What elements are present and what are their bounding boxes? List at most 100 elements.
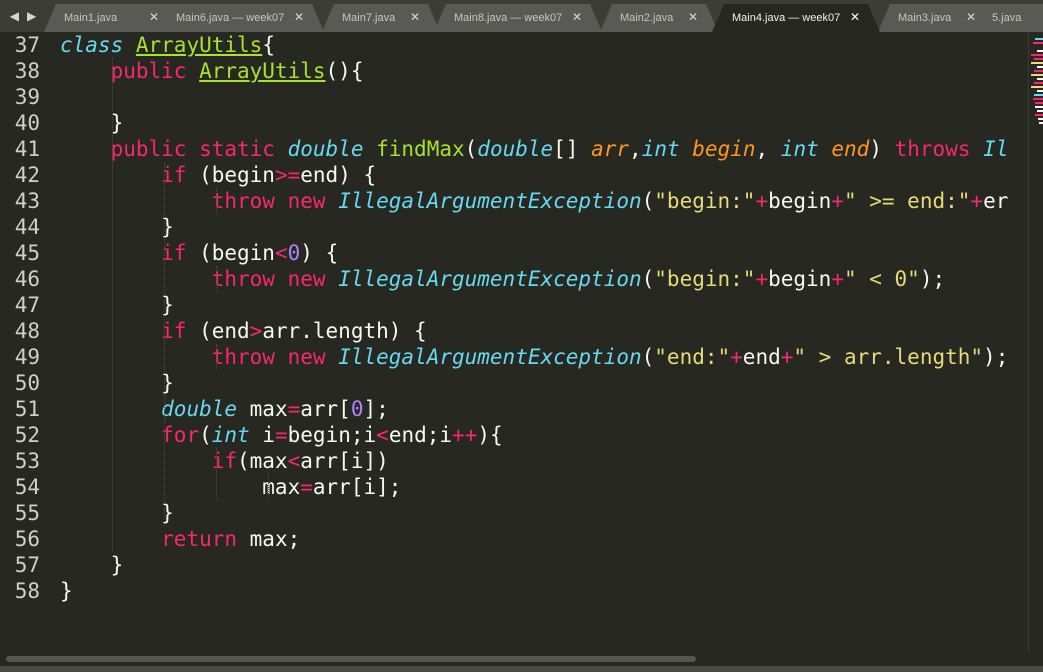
code-token: max bbox=[237, 397, 288, 421]
indent-guide bbox=[268, 474, 269, 500]
code-token: ); bbox=[919, 267, 946, 291]
code-token: IllegalArgumentException bbox=[338, 345, 642, 369]
code-token: ( bbox=[464, 137, 478, 161]
code-line: public static double findMax(double[] ar… bbox=[60, 136, 1009, 162]
line-number: 55 bbox=[14, 501, 40, 525]
line-number: 43 bbox=[14, 189, 40, 213]
code-token: ArrayUtils bbox=[135, 33, 263, 57]
code-token: IllegalArgumentException bbox=[338, 189, 642, 213]
code-token: " > arr.length" bbox=[793, 345, 984, 369]
minimap-line bbox=[1035, 38, 1043, 40]
code-token: , bbox=[755, 137, 781, 161]
code-token: int bbox=[211, 423, 250, 447]
code-token: double bbox=[161, 397, 238, 421]
code-token: + bbox=[780, 345, 794, 369]
line-number: 38 bbox=[14, 59, 40, 83]
minimap-line bbox=[1035, 102, 1043, 104]
code-token: = bbox=[287, 397, 301, 421]
line-number: 54 bbox=[14, 475, 40, 499]
code-token: end bbox=[742, 345, 781, 369]
code-token: findMax bbox=[376, 137, 465, 161]
code-token: return bbox=[161, 527, 238, 551]
code-token: ); bbox=[983, 345, 1009, 369]
code-line: class ArrayUtils{ bbox=[60, 32, 275, 58]
code-line: } bbox=[60, 552, 124, 578]
code-token: 0 bbox=[350, 397, 364, 421]
tab-5-java[interactable]: 5.java bbox=[972, 4, 1043, 32]
code-token: end) { bbox=[300, 163, 377, 187]
code-token: public bbox=[110, 137, 187, 161]
code-token: (){ bbox=[325, 59, 364, 83]
horizontal-scrollbar-thumb[interactable] bbox=[6, 656, 696, 662]
tab-forward-icon[interactable]: ▶ bbox=[27, 9, 36, 23]
code-area[interactable]: class ArrayUtils{ public ArrayUtils(){ }… bbox=[60, 32, 1025, 652]
code-token: arr bbox=[591, 137, 630, 161]
minimap-line bbox=[1034, 82, 1043, 84]
indent-guide bbox=[216, 188, 217, 214]
line-number: 50 bbox=[14, 371, 40, 395]
code-token: Il bbox=[983, 137, 1009, 161]
tab-main8-java-week07[interactable]: Main8.java — week07 ✕ bbox=[434, 4, 602, 32]
minimap-line bbox=[1033, 98, 1043, 100]
minimap-line bbox=[1035, 106, 1043, 108]
minimap[interactable] bbox=[1029, 36, 1043, 156]
line-number: 48 bbox=[14, 319, 40, 343]
code-token: throws bbox=[894, 137, 971, 161]
code-token: < bbox=[376, 423, 389, 447]
code-token: new bbox=[287, 267, 326, 291]
indent-guide bbox=[112, 58, 113, 552]
code-line: public ArrayUtils(){ bbox=[60, 58, 364, 84]
line-number: 58 bbox=[14, 579, 40, 603]
code-token: 0 bbox=[287, 241, 301, 265]
code-token: arr[i]; bbox=[312, 475, 402, 499]
tab-label: Main4.java — week07 bbox=[732, 12, 841, 24]
line-number: 57 bbox=[14, 553, 40, 577]
code-token: static bbox=[199, 137, 275, 161]
indent-guide bbox=[216, 344, 217, 370]
tab-navigation: ◀ ▶ bbox=[0, 0, 46, 32]
tab-close-icon[interactable]: ✕ bbox=[572, 10, 582, 24]
tab-main7-java[interactable]: Main7.java ✕ bbox=[322, 4, 440, 32]
minimap-line bbox=[1039, 122, 1043, 124]
tab-main2-java[interactable]: Main2.java ✕ bbox=[600, 4, 718, 32]
code-token: end;i bbox=[388, 423, 453, 447]
code-line: throw new IllegalArgumentException("begi… bbox=[60, 266, 945, 292]
tab-close-icon[interactable]: ✕ bbox=[410, 10, 420, 24]
line-number: 47 bbox=[14, 293, 40, 317]
code-token: "begin:" bbox=[654, 189, 756, 213]
code-editor[interactable]: 37 38 39 40 41 42 43 44 45 46 47 48 49 50 51 52 53 54 55 56… bbox=[0, 32, 1043, 652]
tab-close-icon[interactable]: ✕ bbox=[966, 10, 976, 24]
tab-label: Main7.java bbox=[342, 12, 396, 24]
code-token: er bbox=[983, 189, 1009, 213]
code-line: } bbox=[60, 214, 174, 240]
tab-back-icon[interactable]: ◀ bbox=[10, 9, 19, 23]
line-number: 46 bbox=[14, 267, 40, 291]
tab-main4-java-week07[interactable]: Main4.java — week07 ✕ bbox=[712, 4, 880, 32]
tab-main6-java-week07[interactable]: Main6.java — week07 ✕ bbox=[156, 4, 324, 32]
code-line: return max; bbox=[60, 526, 300, 552]
tab-close-icon[interactable]: ✕ bbox=[149, 10, 159, 24]
code-token: ) bbox=[869, 137, 895, 161]
code-token: begin bbox=[768, 267, 832, 291]
tab-close-icon[interactable]: ✕ bbox=[294, 10, 304, 24]
tab-bar: ◀ ▶ Main1.java ✕ Main6.java — week07 ✕ Main7… bbox=[0, 0, 1043, 32]
code-token: "begin:" bbox=[654, 267, 756, 291]
minimap-line bbox=[1037, 110, 1043, 112]
tab-close-icon[interactable]: ✕ bbox=[688, 10, 698, 24]
code-token: ) { bbox=[300, 241, 339, 265]
code-token: ( bbox=[641, 267, 655, 291]
tab-close-icon[interactable]: ✕ bbox=[850, 10, 860, 24]
code-token: arr[ bbox=[300, 397, 351, 421]
